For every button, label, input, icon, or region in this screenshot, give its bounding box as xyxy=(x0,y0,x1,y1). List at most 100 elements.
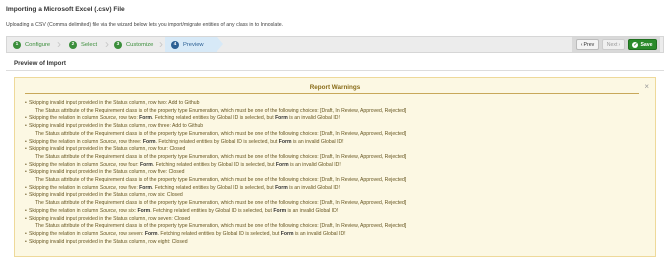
wizard-step-select[interactable]: 2 Select xyxy=(69,37,97,52)
warning-text: The Status attribute of the Requirement … xyxy=(35,200,407,207)
chevron-right-icon: › xyxy=(618,41,621,48)
warning-text-part: Skipping the relation in column xyxy=(29,138,100,145)
warning-text-part: . Fetching related entities by Global ID… xyxy=(152,161,276,168)
warning-text-part: , row three: xyxy=(115,138,143,145)
warning-text-part: Source xyxy=(99,115,116,122)
wizard-step-customize[interactable]: 3 Customize xyxy=(114,37,153,52)
warning-text: The Status attribute of the Requirement … xyxy=(35,107,407,114)
warning-item: Skipping the relation in column Source, … xyxy=(25,162,645,170)
warning-text-part: Form xyxy=(139,184,152,191)
wizard-step-configure[interactable]: 1 Configure xyxy=(13,37,50,52)
warning-text-part: Form xyxy=(275,161,289,168)
chevron-right-icon: › xyxy=(159,37,163,51)
warning-text-part: is an invalid Global ID! xyxy=(287,115,340,122)
warning-text-part: Skipping the relation in column xyxy=(29,207,100,214)
warning-text-part: Form xyxy=(275,184,288,191)
prev-label: Prev xyxy=(583,41,595,48)
warning-text: Skipping invalid input provided in the S… xyxy=(29,215,191,222)
warning-text-part: Form xyxy=(280,230,294,237)
page-title: Importing a Microsoft Excel (.csv) File xyxy=(6,6,125,13)
warning-text: Skipping invalid input provided in the S… xyxy=(29,238,188,245)
step-number: 4 xyxy=(171,40,179,49)
warning-text-part: Form xyxy=(139,115,152,122)
warning-text: Skipping invalid input provided in the S… xyxy=(29,192,183,199)
warning-text-part: Form xyxy=(273,207,287,214)
warning-item: Skipping the relation in column Source, … xyxy=(25,231,645,239)
warning-text-part: . Fetching related entities by Global ID… xyxy=(151,184,276,191)
warnings-list: Skipping invalid input provided in the S… xyxy=(25,100,645,246)
warning-text-part: , row six: xyxy=(115,207,138,214)
section-title: Preview of Import xyxy=(14,60,66,67)
warning-item: Skipping invalid input provided in the S… xyxy=(25,100,645,108)
step-label: Select xyxy=(81,41,98,48)
step-label: Customize xyxy=(126,41,154,48)
warning-text-part: is an invalid Global ID! xyxy=(287,184,340,191)
warning-text-part: , row two: xyxy=(115,115,140,122)
warning-item: The Status attribute of the Requirement … xyxy=(25,177,645,185)
wizard-bar: 1 Configure › 2 Select › 3 Customize › 4… xyxy=(6,36,664,53)
wizard-nav-buttons: ‹ Prev Next › ✓ Save xyxy=(572,37,660,52)
save-label: Save xyxy=(640,41,653,48)
step-number: 3 xyxy=(114,40,122,49)
warning-text-part: , row seven: xyxy=(115,230,145,237)
save-button[interactable]: ✓ Save xyxy=(628,39,657,50)
prev-button[interactable]: ‹ Prev xyxy=(576,39,599,50)
warning-text-part: Source xyxy=(99,161,116,168)
chevron-right-icon: › xyxy=(57,37,61,51)
warnings-title: Report Warnings xyxy=(309,84,361,91)
warning-text-part: is an invalid Global ID! xyxy=(293,230,346,237)
warning-item: Skipping the relation in column Source, … xyxy=(25,208,645,216)
warning-text-part: Skipping the relation in column xyxy=(29,184,100,191)
warning-text-part: Skipping the relation in column xyxy=(29,230,100,237)
warning-text-part: Source xyxy=(99,230,116,237)
warning-text-part: Skipping the relation in column xyxy=(29,161,100,168)
step-number: 2 xyxy=(69,40,77,49)
warning-text: Skipping invalid input provided in the S… xyxy=(29,169,185,176)
warning-item: Skipping the relation in column Source, … xyxy=(25,185,645,193)
close-icon[interactable]: × xyxy=(644,82,649,91)
warning-item: The Status attribute of the Requirement … xyxy=(25,154,645,162)
warning-text-part: . Fetching related entities by Global ID… xyxy=(151,115,276,122)
warning-text-part: . Fetching related entities by Global ID… xyxy=(150,207,274,214)
warning-item: The Status attribute of the Requirement … xyxy=(25,108,645,116)
warning-text-part: Source xyxy=(99,138,116,145)
warning-item: The Status attribute of the Requirement … xyxy=(25,223,645,231)
wizard-step-preview[interactable]: 4 Preview xyxy=(171,37,204,52)
warning-text-part: Form xyxy=(278,138,292,145)
warning-text-part: Form xyxy=(144,230,158,237)
next-label: Next xyxy=(606,41,618,48)
warning-text-part: Form xyxy=(140,161,153,168)
warning-text: The Status attribute of the Requirement … xyxy=(35,177,407,184)
warning-text-part: Form xyxy=(142,138,156,145)
warning-item: The Status attribute of the Requirement … xyxy=(25,131,645,139)
warning-item: Skipping invalid input provided in the S… xyxy=(25,192,645,200)
warning-text: The Status attribute of the Requirement … xyxy=(35,153,407,160)
page-description: Uploading a CSV (Comma delimited) file v… xyxy=(6,22,284,28)
warning-text-part: Form xyxy=(137,207,151,214)
warning-text: The Status attribute of the Requirement … xyxy=(35,223,407,230)
warning-item: Skipping invalid input provided in the S… xyxy=(25,169,645,177)
warning-text-part: . Fetching related entities by Global ID… xyxy=(157,230,281,237)
warning-item: Skipping invalid input provided in the S… xyxy=(25,239,645,247)
warning-text-part: is an invalid Global ID! xyxy=(286,207,339,214)
warning-text-part: Skipping the relation in column xyxy=(29,115,100,122)
divider xyxy=(25,93,639,94)
warning-text-part: , row five: xyxy=(115,184,140,191)
warning-item: Skipping invalid input provided in the S… xyxy=(25,146,645,154)
warning-item: Skipping invalid input provided in the S… xyxy=(25,216,645,224)
chevron-right-icon: › xyxy=(105,37,109,51)
warning-text: Skipping invalid input provided in the S… xyxy=(29,146,186,153)
warning-text-part: Source xyxy=(99,184,116,191)
next-button[interactable]: Next › xyxy=(602,39,625,50)
chevron-left-icon: ‹ xyxy=(580,41,583,48)
warning-item: Skipping the relation in column Source, … xyxy=(25,115,645,123)
step-label: Configure xyxy=(25,41,51,48)
warning-text-part: . Fetching related entities by Global ID… xyxy=(155,138,279,145)
warning-text-part: , row four: xyxy=(115,161,140,168)
warning-text: Skipping invalid input provided in the S… xyxy=(29,123,204,130)
warning-text-part: Form xyxy=(275,115,288,122)
warning-text-part: is an invalid Global ID! xyxy=(288,161,341,168)
step-number: 1 xyxy=(13,40,21,49)
warning-text: The Status attribute of the Requirement … xyxy=(35,130,407,137)
step-label: Preview xyxy=(183,41,204,48)
